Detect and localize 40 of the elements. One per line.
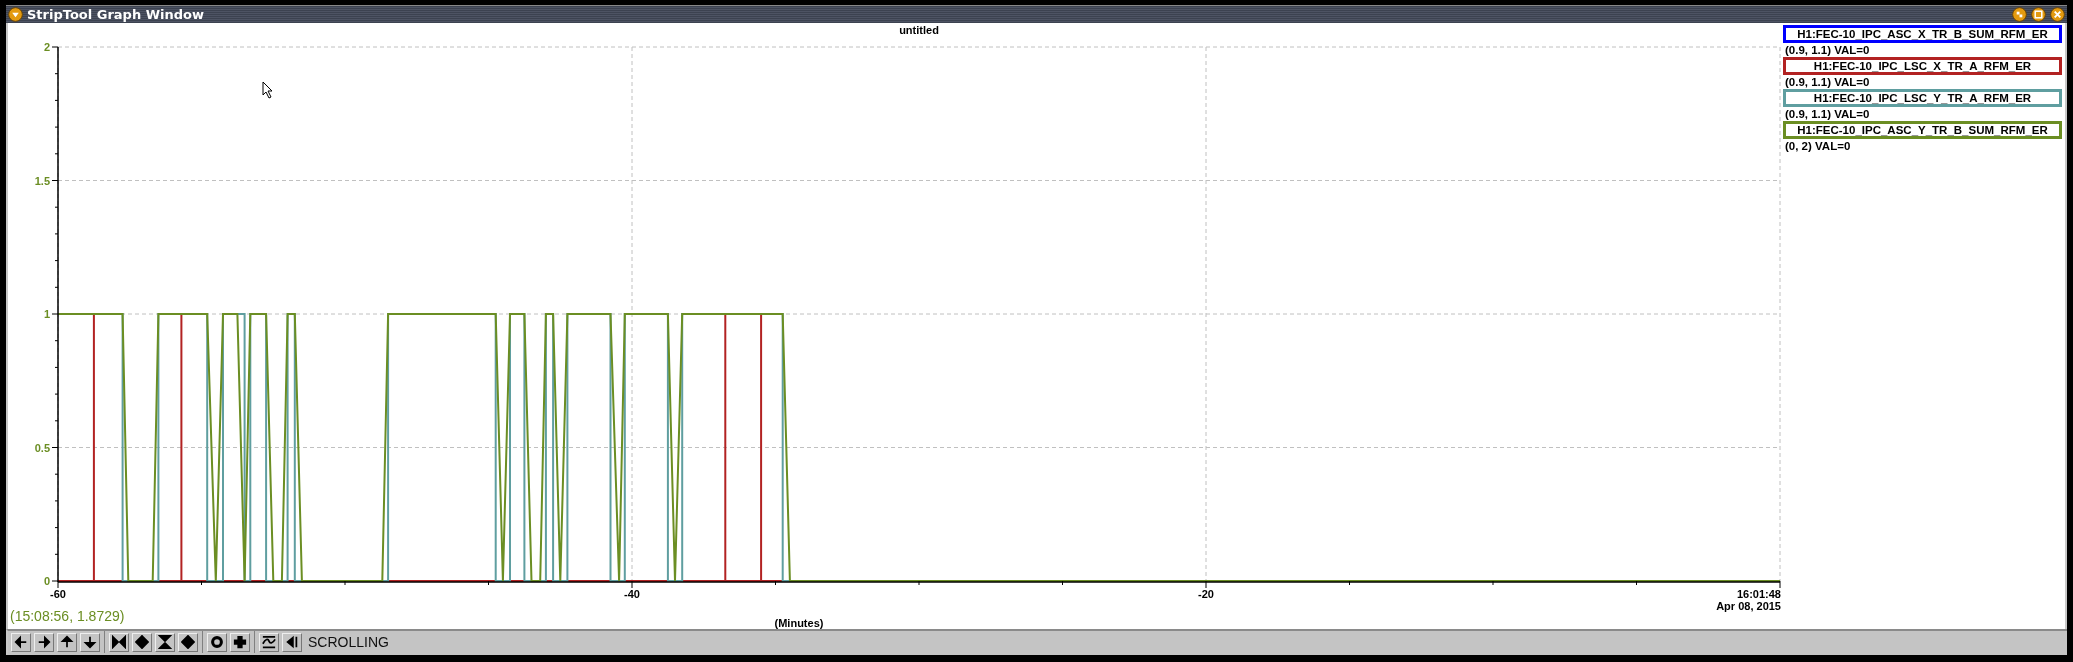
legend-range-value: (0.9, 1.1) VAL=0 <box>1784 75 1871 88</box>
horizontal-zoom-in-button[interactable] <box>109 632 129 652</box>
window-title: StripTool Graph Window <box>27 7 205 22</box>
legend-trace-name[interactable]: H1:FEC-10_IPC_LSC_Y_TR_A_RFM_ER <box>1783 89 2062 107</box>
x-tick-label: -20 <box>1198 588 1214 600</box>
legend-range-value: (0.9, 1.1) VAL=0 <box>1784 43 1871 56</box>
vertical-zoom-in-button[interactable] <box>155 632 175 652</box>
horizontal-zoom-out-button[interactable] <box>132 632 152 652</box>
coordinate-readout: (15:08:56, 1.8729) <box>10 608 125 624</box>
mouse-pointer-icon <box>262 81 274 99</box>
mode-label: SCROLLING <box>307 634 389 650</box>
chart-title: untitled <box>899 24 939 36</box>
x-tick-label: 16:01:48 <box>1736 588 1781 600</box>
close-icon[interactable] <box>2050 7 2065 22</box>
ring-button[interactable] <box>207 632 227 652</box>
legend-trace-name[interactable]: H1:FEC-10_IPC_ASC_Y_TR_B_SUM_RFM_ER <box>1783 121 2062 139</box>
y-tick-label: 1.5 <box>34 174 50 187</box>
y-tick-label: 0 <box>43 575 50 587</box>
arrow-up-button[interactable] <box>57 632 77 652</box>
x-axis-label: (Minutes) <box>774 617 824 629</box>
plus-button[interactable] <box>230 632 250 652</box>
y-tick-label: 0.5 <box>34 441 50 454</box>
minimize-icon[interactable] <box>2012 7 2027 22</box>
legend-range-value: (0.9, 1.1) VAL=0 <box>1784 107 1871 120</box>
graph-line-button[interactable] <box>259 632 279 652</box>
x-tick-date: Apr 08, 2015 <box>1716 600 1781 612</box>
legend-trace-name[interactable]: H1:FEC-10_IPC_ASC_X_TR_B_SUM_RFM_ER <box>1783 25 2062 43</box>
maximize-icon[interactable] <box>2031 7 2046 22</box>
vertical-zoom-out-button[interactable] <box>178 632 198 652</box>
arrow-to-bar-button[interactable] <box>282 632 302 652</box>
x-tick-label: -60 <box>50 588 66 600</box>
y-tick-label: 2 <box>43 41 50 53</box>
y-tick-label: 1 <box>43 308 50 320</box>
legend-trace-name[interactable]: H1:FEC-10_IPC_LSC_X_TR_A_RFM_ER <box>1783 57 2062 75</box>
x-tick-label: -40 <box>624 588 640 600</box>
arrow-left-button[interactable] <box>11 632 31 652</box>
window-menu-icon[interactable] <box>8 7 23 22</box>
arrow-down-button[interactable] <box>80 632 100 652</box>
arrow-right-button[interactable] <box>34 632 54 652</box>
legend-range-value: (0, 2) VAL=0 <box>1784 139 1852 152</box>
